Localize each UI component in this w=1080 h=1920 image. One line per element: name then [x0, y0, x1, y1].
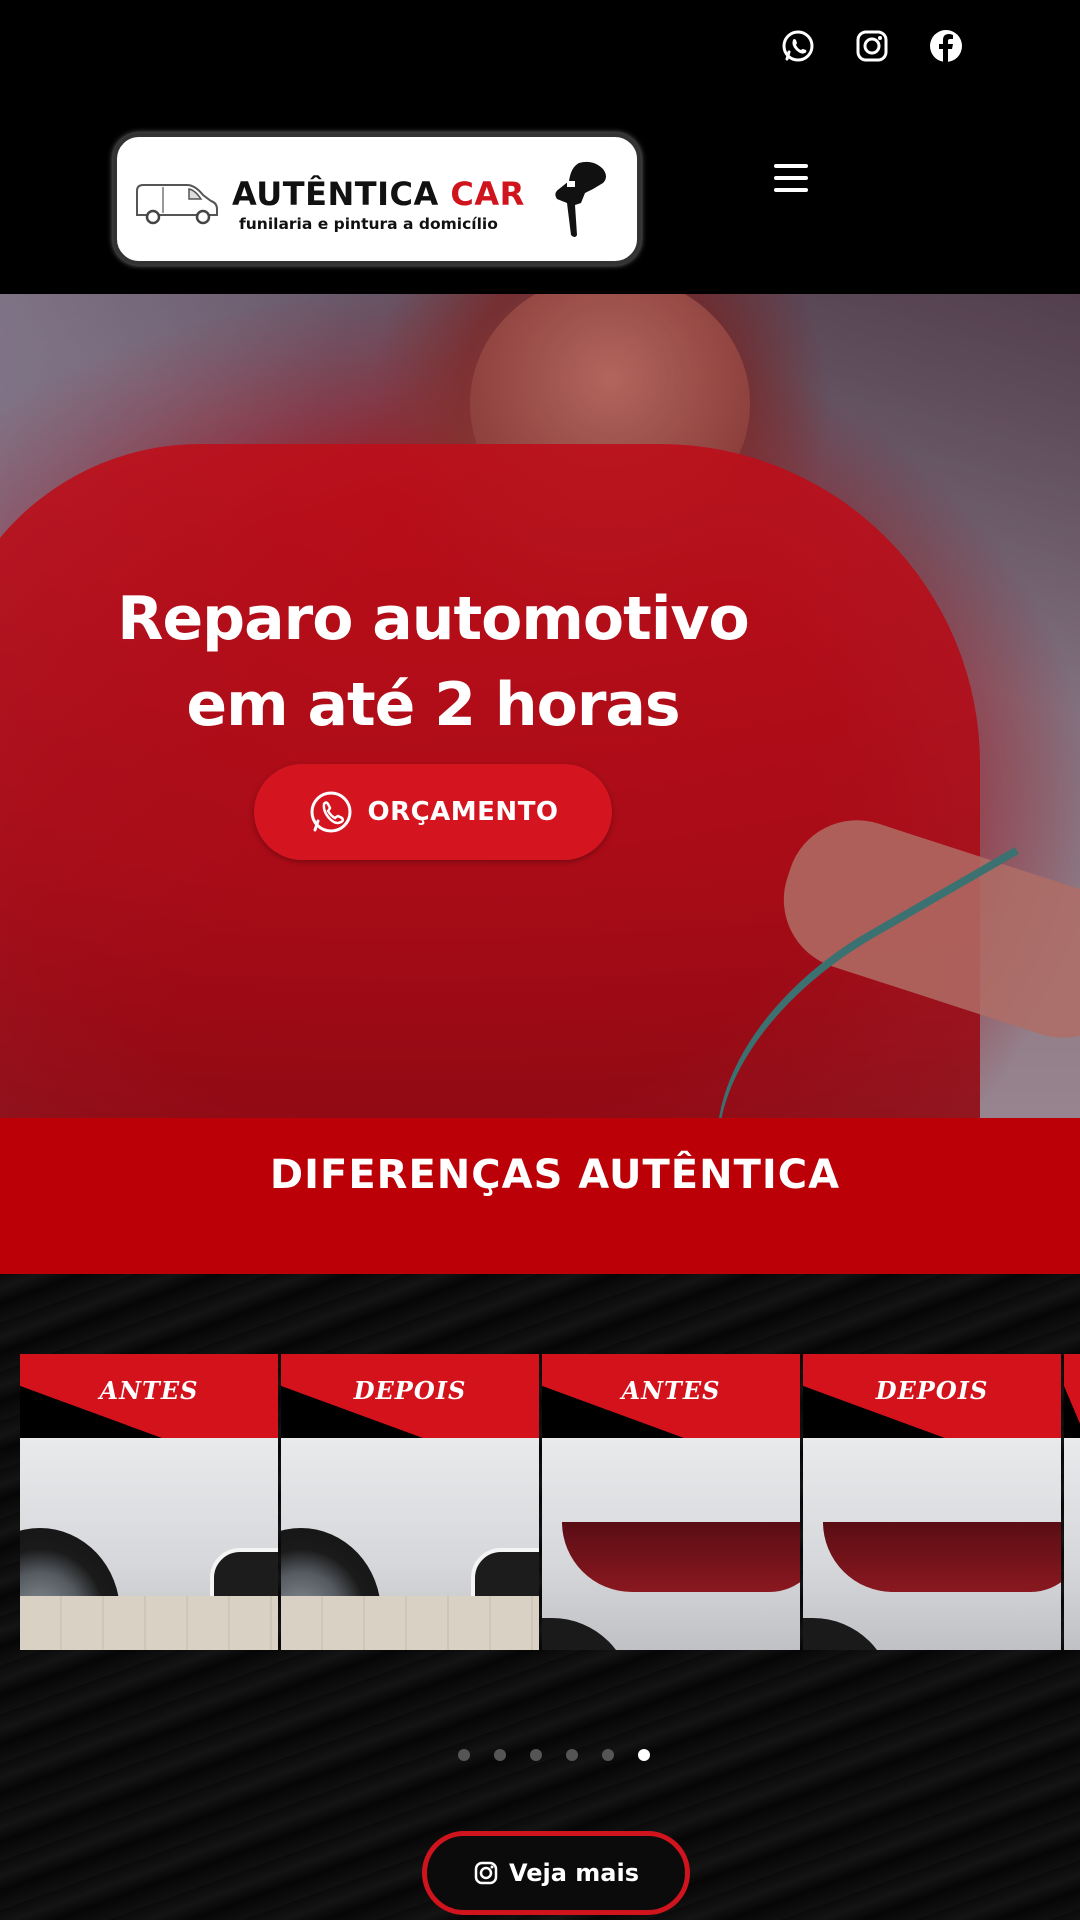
logo-title: AUTÊNTICA CAR	[232, 175, 525, 213]
hero-banner: Reparo automotivo em até 2 horas ORÇAMENT…	[0, 294, 1080, 1118]
facebook-icon[interactable]	[924, 24, 968, 68]
quote-button[interactable]: ORÇAMENTO	[254, 764, 612, 860]
logo-subtitle: funilaria e pintura a domicílio	[239, 215, 498, 233]
section-header: DIFERENÇAS AUTÊNTICA	[0, 1118, 1080, 1274]
gallery-slide-partial[interactable]	[1064, 1354, 1080, 1650]
section-title: DIFERENÇAS AUTÊNTICA	[269, 1152, 841, 1198]
van-icon	[136, 184, 218, 225]
gallery-carousel[interactable]: ANTES DEPOIS ANTES DEPOIS	[20, 1354, 1080, 1650]
hero-headline-line2: em até 2 horas	[186, 670, 680, 740]
see-more-button[interactable]: Veja mais	[422, 1831, 690, 1915]
gallery-slide[interactable]: ANTES	[20, 1354, 278, 1650]
carousel-pagination	[458, 1749, 650, 1761]
slide-label: DEPOIS	[353, 1376, 467, 1405]
carousel-dot[interactable]	[566, 1749, 578, 1761]
gallery-slide[interactable]: ANTES	[542, 1354, 800, 1650]
see-more-label: Veja mais	[508, 1859, 640, 1887]
hamburger-menu-icon[interactable]	[770, 158, 812, 198]
slide-label: DEPOIS	[875, 1376, 989, 1405]
whatsapp-icon[interactable]	[776, 24, 820, 68]
social-bar	[0, 0, 1080, 100]
hero-headline-line1: Reparo automotivo	[117, 584, 749, 654]
carousel-dot[interactable]	[530, 1749, 542, 1761]
slide-label: ANTES	[99, 1376, 199, 1405]
carousel-dot-active[interactable]	[638, 1749, 650, 1761]
hero-headline: Reparo automotivo em até 2 horas	[0, 576, 866, 748]
carousel-dot[interactable]	[458, 1749, 470, 1761]
before-after-gallery: ANTES DEPOIS ANTES DEPOIS Veja mais	[0, 1274, 1080, 1920]
instagram-icon[interactable]	[850, 24, 894, 68]
slide-label: ANTES	[621, 1376, 721, 1405]
carousel-dot[interactable]	[602, 1749, 614, 1761]
carousel-dot[interactable]	[494, 1749, 506, 1761]
site-header: AUTÊNTICA CAR funilaria e pintura a domi…	[0, 100, 1080, 294]
spray-gun-icon	[555, 161, 606, 237]
quote-button-label: ORÇAMENTO	[367, 797, 559, 827]
gallery-slide[interactable]: DEPOIS	[803, 1354, 1061, 1650]
instagram-icon	[474, 1861, 498, 1885]
whatsapp-icon	[310, 791, 352, 833]
gallery-slide[interactable]: DEPOIS	[281, 1354, 539, 1650]
brand-logo[interactable]: AUTÊNTICA CAR funilaria e pintura a domi…	[113, 133, 641, 265]
